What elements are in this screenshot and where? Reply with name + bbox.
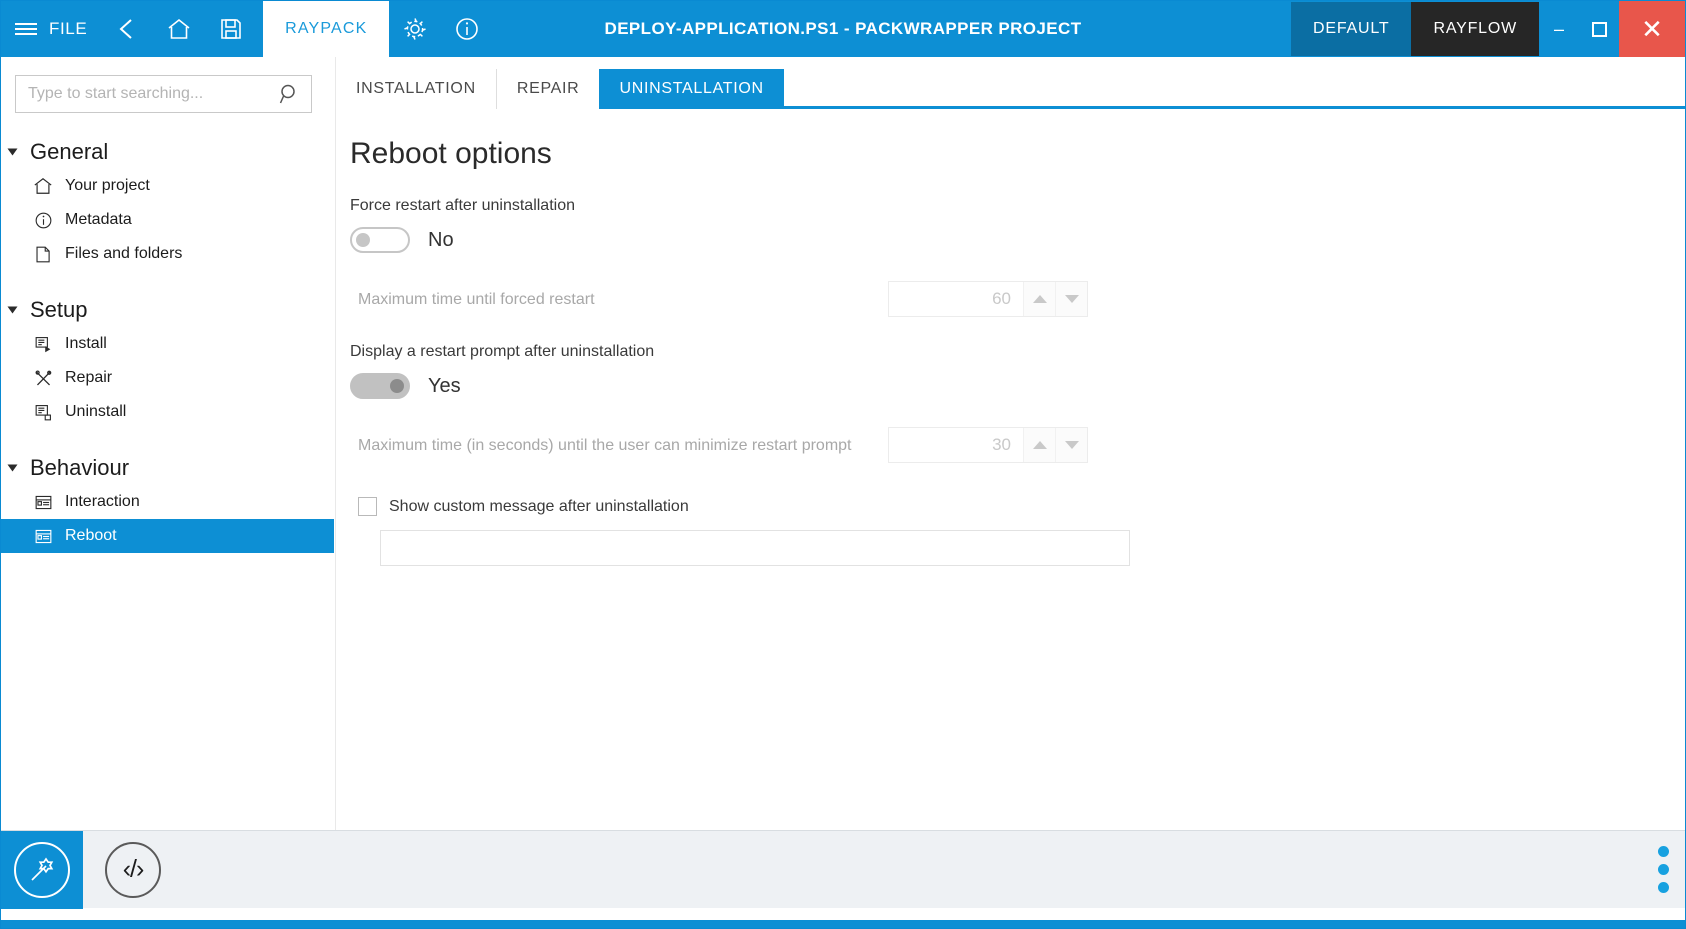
max-time-forced-value[interactable]: 60 bbox=[889, 289, 1023, 309]
uninstall-script-icon bbox=[31, 401, 55, 423]
sidebar-group-header[interactable]: Behaviour bbox=[1, 451, 334, 485]
sidebar-group-header[interactable]: General bbox=[1, 135, 334, 169]
triangle-down-icon[interactable] bbox=[1055, 282, 1087, 316]
search-icon[interactable] bbox=[279, 83, 301, 105]
sidebar-group-label: General bbox=[30, 139, 108, 165]
sidebar-group-behaviour: Behaviour Interaction bbox=[1, 451, 334, 553]
minimize-button[interactable]: – bbox=[1539, 1, 1579, 57]
folder-page-icon bbox=[31, 243, 55, 265]
sidebar-item-label: Reboot bbox=[65, 527, 117, 545]
gear-icon[interactable] bbox=[389, 1, 441, 57]
triangle-down-icon[interactable] bbox=[1055, 428, 1087, 462]
info-circle-icon bbox=[31, 209, 55, 231]
sidebar-item-reboot[interactable]: Reboot bbox=[1, 519, 334, 553]
force-restart-row: No bbox=[350, 227, 1685, 253]
sidebar-item-uninstall[interactable]: Uninstall bbox=[1, 395, 334, 429]
sidebar-item-label: Repair bbox=[65, 369, 112, 387]
bottom-accent-bar bbox=[1, 920, 1685, 928]
title-bar-left-group: FILE RAYPACK bbox=[1, 1, 493, 57]
window-icon bbox=[31, 491, 55, 513]
tools-icon bbox=[31, 367, 55, 389]
tab-raypack[interactable]: RAYPACK bbox=[263, 1, 389, 57]
sidebar-item-label: Your project bbox=[65, 177, 150, 195]
triangle-up-icon[interactable] bbox=[1023, 282, 1055, 316]
sidebar-group-label: Setup bbox=[30, 297, 88, 323]
search-box[interactable] bbox=[15, 75, 312, 113]
triangle-up-icon[interactable] bbox=[1023, 428, 1055, 462]
code-view-button[interactable]: ‹/› bbox=[105, 842, 161, 898]
window-body: General Your project bbox=[1, 57, 1685, 908]
sidebar-item-label: Metadata bbox=[65, 211, 132, 229]
hamburger-icon[interactable] bbox=[1, 1, 47, 57]
info-icon[interactable] bbox=[441, 1, 493, 57]
content-area: INSTALLATION REPAIR UNINSTALLATION Reboo… bbox=[335, 57, 1685, 908]
home-icon[interactable] bbox=[153, 1, 205, 57]
code-brackets-icon: ‹/› bbox=[123, 855, 144, 884]
install-script-icon bbox=[31, 333, 55, 355]
force-restart-toggle[interactable] bbox=[350, 227, 410, 253]
show-custom-message-label: Show custom message after uninstallation bbox=[389, 498, 689, 516]
sidebar-group-label: Behaviour bbox=[30, 455, 129, 481]
status-bar: ‹/› bbox=[1, 830, 1685, 908]
tab-uninstallation[interactable]: UNINSTALLATION bbox=[599, 69, 783, 109]
custom-message-input[interactable] bbox=[380, 530, 1130, 566]
restart-prompt-label: Display a restart prompt after uninstall… bbox=[350, 343, 1685, 361]
sidebar-item-your-project[interactable]: Your project bbox=[1, 169, 334, 203]
max-time-forced-label: Maximum time until forced restart bbox=[358, 288, 888, 311]
home-icon bbox=[31, 175, 55, 197]
custom-message-row: Show custom message after uninstallation bbox=[350, 497, 1685, 516]
panel-heading: Reboot options bbox=[350, 137, 1685, 171]
restart-prompt-row: Yes bbox=[350, 373, 1685, 399]
save-icon[interactable] bbox=[205, 1, 257, 57]
restart-prompt-toggle[interactable] bbox=[350, 373, 410, 399]
max-time-minimize-label: Maximum time (in seconds) until the user… bbox=[358, 434, 888, 457]
sidebar-item-label: Interaction bbox=[65, 493, 140, 511]
sidebar-item-install[interactable]: Install bbox=[1, 327, 334, 361]
profile-chip-rayflow[interactable]: RAYFLOW bbox=[1411, 2, 1539, 56]
chevron-left-icon[interactable] bbox=[101, 1, 153, 57]
sidebar-item-metadata[interactable]: Metadata bbox=[1, 203, 334, 237]
sidebar: General Your project bbox=[1, 57, 335, 908]
file-menu-button[interactable]: FILE bbox=[47, 1, 101, 57]
sidebar-item-repair[interactable]: Repair bbox=[1, 361, 334, 395]
max-time-forced-stepper[interactable]: 60 bbox=[888, 281, 1088, 317]
restart-prompt-toggle-value: Yes bbox=[428, 375, 461, 398]
reboot-options-panel: Reboot options Force restart after unins… bbox=[336, 109, 1685, 566]
max-time-minimize-row: Maximum time (in seconds) until the user… bbox=[350, 427, 1088, 463]
wizard-button[interactable] bbox=[1, 831, 83, 909]
sidebar-item-files-and-folders[interactable]: Files and folders bbox=[1, 237, 334, 271]
close-button[interactable]: ✕ bbox=[1619, 1, 1685, 57]
tab-repair[interactable]: REPAIR bbox=[496, 69, 600, 109]
three-dots-icon[interactable] bbox=[1658, 846, 1669, 893]
chevron-down-icon[interactable] bbox=[8, 465, 18, 472]
sidebar-item-interaction[interactable]: Interaction bbox=[1, 485, 334, 519]
force-restart-toggle-value: No bbox=[428, 229, 454, 252]
magic-wand-icon bbox=[14, 842, 70, 898]
application-window: FILE RAYPACK bbox=[0, 0, 1686, 929]
force-restart-label: Force restart after uninstallation bbox=[350, 197, 1685, 215]
sidebar-group-general: General Your project bbox=[1, 135, 334, 271]
show-custom-message-checkbox[interactable] bbox=[358, 497, 377, 516]
maximize-button[interactable] bbox=[1579, 1, 1619, 57]
max-time-forced-row: Maximum time until forced restart 60 bbox=[350, 281, 1088, 317]
sidebar-item-label: Uninstall bbox=[65, 403, 126, 421]
max-time-minimize-stepper[interactable]: 30 bbox=[888, 427, 1088, 463]
title-bar-right-group: DEFAULT RAYFLOW – ✕ bbox=[1291, 1, 1685, 57]
chevron-down-icon[interactable] bbox=[8, 307, 18, 314]
tab-installation[interactable]: INSTALLATION bbox=[336, 69, 496, 109]
window-icon bbox=[31, 525, 55, 547]
tab-strip: INSTALLATION REPAIR UNINSTALLATION bbox=[336, 69, 1685, 109]
profile-chip-default[interactable]: DEFAULT bbox=[1291, 2, 1411, 56]
search-input[interactable] bbox=[28, 85, 279, 103]
sidebar-group-setup: Setup Install bbox=[1, 293, 334, 429]
sidebar-item-label: Install bbox=[65, 335, 107, 353]
max-time-minimize-value[interactable]: 30 bbox=[889, 435, 1023, 455]
sidebar-group-header[interactable]: Setup bbox=[1, 293, 334, 327]
chevron-down-icon[interactable] bbox=[8, 149, 18, 156]
sidebar-item-label: Files and folders bbox=[65, 245, 182, 263]
title-bar: FILE RAYPACK bbox=[1, 1, 1685, 57]
